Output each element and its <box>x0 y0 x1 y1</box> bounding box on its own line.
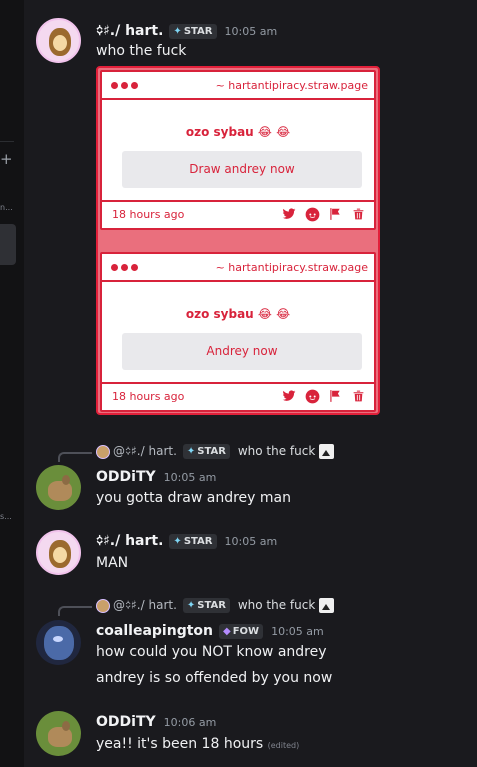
flag-icon[interactable] <box>327 207 343 223</box>
author-line: ODDiTY 10:05 am <box>96 469 216 485</box>
author-line: ᨟♯./ hart. ✦ STAR 10:05 am <box>96 23 277 39</box>
link-embed: ~ hartantipiracy.straw.page ozo sybau 😂 … <box>96 66 380 415</box>
sparkle-icon: ✦ <box>173 25 182 37</box>
message-text: you gotta draw andrey man <box>96 490 291 506</box>
embed-card: ~ hartantipiracy.straw.page ozo sybau 😂 … <box>100 252 376 412</box>
reply-preview[interactable]: @᨟♯./ hart. ✦ STAR who the fuck <box>96 598 335 613</box>
reply-author: ᨟♯./ hart. <box>125 598 177 612</box>
author-line: ᨟♯./ hart. ✦ STAR 10:05 am <box>96 533 277 549</box>
sparkle-icon: ✦ <box>186 446 196 457</box>
reply-spine <box>58 452 92 462</box>
window-dot <box>121 263 128 271</box>
sparkle-icon: ✦ <box>173 535 182 547</box>
author-name[interactable]: ᨟♯./ hart. <box>96 533 163 549</box>
timestamp[interactable]: 10:06 am <box>164 716 217 729</box>
window-dot <box>111 81 118 89</box>
author-line: coalleapington ◆ FOW 10:05 am <box>96 623 324 639</box>
trash-icon[interactable] <box>350 389 366 405</box>
card-actions <box>281 207 366 223</box>
clan-tag[interactable]: ✦ STAR <box>169 533 217 549</box>
twitter-icon[interactable] <box>281 389 297 405</box>
author-name[interactable]: coalleapington <box>96 623 213 639</box>
message-text: MAN <box>96 555 129 571</box>
author-name[interactable]: ODDiTY <box>96 469 156 485</box>
card-time: 18 hours ago <box>112 390 185 403</box>
window-dot <box>131 81 138 89</box>
clan-tag: ✦ STAR <box>182 444 230 459</box>
card-footer: 18 hours ago <box>102 200 374 228</box>
message-text: how could you NOT know andrey <box>96 644 327 660</box>
avatar[interactable] <box>36 711 81 756</box>
clan-tag: ✦ STAR <box>182 598 230 613</box>
image-icon <box>319 444 335 459</box>
reddit-icon[interactable] <box>304 389 320 405</box>
message-text: who the fuck <box>96 43 187 59</box>
timestamp[interactable]: 10:05 am <box>225 535 278 548</box>
reply-avatar <box>96 444 110 459</box>
window-dot <box>121 81 128 89</box>
message-text: andrey is so offended by you now <box>96 670 333 686</box>
truncated-text: s... <box>0 512 12 521</box>
sparkle-icon: ✦ <box>186 600 196 611</box>
window-dot <box>131 263 138 271</box>
card-titlebar: ~ hartantipiracy.straw.page <box>102 254 374 282</box>
card-url[interactable]: ~ hartantipiracy.straw.page <box>216 79 368 92</box>
message-text-line: yea!! it's been 18 hours (edited) <box>96 736 299 752</box>
author-name[interactable]: ᨟♯./ hart. <box>96 23 163 39</box>
card-button[interactable]: Draw andrey now <box>122 151 362 188</box>
gem-icon: ◆ <box>223 625 231 637</box>
author-name[interactable]: ODDiTY <box>96 714 156 730</box>
card-time: 18 hours ago <box>112 208 185 221</box>
edited-label: (edited) <box>267 741 300 750</box>
selected-item-highlight[interactable] <box>0 224 16 265</box>
card-titlebar: ~ hartantipiracy.straw.page <box>102 72 374 100</box>
timestamp[interactable]: 10:05 am <box>271 625 324 638</box>
avatar[interactable] <box>36 530 81 575</box>
twitter-icon[interactable] <box>281 207 297 223</box>
image-icon <box>319 598 335 613</box>
avatar[interactable] <box>36 465 81 510</box>
card-button[interactable]: Andrey now <box>122 333 362 370</box>
timestamp[interactable]: 10:05 am <box>225 25 278 38</box>
server-sidebar-strip: + n... s... <box>0 0 24 767</box>
clan-tag[interactable]: ◆ FOW <box>219 623 264 639</box>
sidebar-separator <box>0 141 14 142</box>
embed-card: ~ hartantipiracy.straw.page ozo sybau 😂 … <box>100 70 376 230</box>
card-title: ozo sybau 😂 😂 <box>185 125 291 139</box>
card-title: ozo sybau 😂 😂 <box>185 307 291 321</box>
reply-spine <box>58 606 92 616</box>
timestamp[interactable]: 10:05 am <box>164 471 217 484</box>
truncated-text: n... <box>0 203 13 212</box>
card-footer: 18 hours ago <box>102 382 374 410</box>
message-list: ᨟♯./ hart. ✦ STAR 10:05 am who the fuck ~ h… <box>24 0 477 767</box>
card-actions <box>281 389 366 405</box>
trash-icon[interactable] <box>350 207 366 223</box>
flag-icon[interactable] <box>327 389 343 405</box>
reply-text: who the fuck <box>237 444 316 458</box>
reddit-icon[interactable] <box>304 207 320 223</box>
avatar[interactable] <box>36 620 81 665</box>
reply-text: who the fuck <box>237 598 316 612</box>
reply-avatar <box>96 598 110 613</box>
author-line: ODDiTY 10:06 am <box>96 714 216 730</box>
add-icon[interactable]: + <box>0 150 13 168</box>
window-dot <box>111 263 118 271</box>
message-text: yea!! it's been 18 hours <box>96 736 264 752</box>
clan-tag[interactable]: ✦ STAR <box>169 23 217 39</box>
avatar[interactable] <box>36 18 81 63</box>
reply-preview[interactable]: @᨟♯./ hart. ✦ STAR who the fuck <box>96 444 335 459</box>
reply-author: ᨟♯./ hart. <box>125 444 177 458</box>
card-url[interactable]: ~ hartantipiracy.straw.page <box>216 261 368 274</box>
